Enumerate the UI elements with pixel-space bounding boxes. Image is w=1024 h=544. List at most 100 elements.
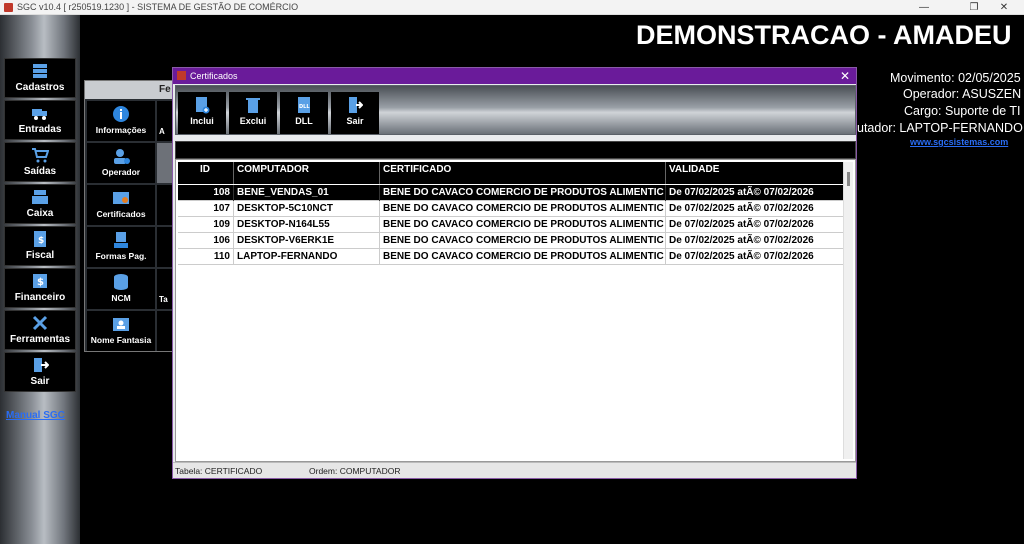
sidebar-item-ferramentas[interactable]: Ferramentas [4,310,76,350]
dialog-close-button[interactable]: ✕ [840,68,850,84]
table-row[interactable]: 107 DESKTOP-5C10NCT BENE DO CAVACO COMER… [178,201,845,217]
sidebar-item-label: Financeiro [14,292,66,303]
button-label: Inclui [190,116,214,126]
table-row[interactable]: 109 DESKTOP-N164L55 BENE DO CAVACO COMER… [178,217,845,233]
tile-side-label: Ta [159,295,168,304]
manual-link[interactable]: Manual SGC [6,410,65,421]
tile-ncm[interactable]: NCM [87,269,155,309]
scrollbar-thumb[interactable] [847,172,850,186]
sidebar-item-label: Caixa [26,208,54,219]
status-bar: Tabela: CERTIFICADO Ordem: COMPUTADOR [173,462,856,478]
tile-label: Formas Pag. [95,251,147,261]
tile-formas-pag[interactable]: Formas Pag. [87,227,155,267]
document-money-icon: $ [34,231,46,247]
operador-info: Operador: ASUSZEN [903,87,1022,101]
column-header-validade[interactable]: VALIDADE [666,162,845,184]
exclui-button[interactable]: Exclui [229,92,277,134]
certificate-icon [113,192,129,204]
cash-register-icon [32,190,48,204]
cell-certificado: BENE DO CAVACO COMERCIO DE PRODUTOS ALIM… [380,217,666,233]
exit-door-icon [34,358,49,372]
status-tabela: Tabela: CERTIFICADO [175,466,263,476]
sidebar: Cadastros Entradas Saídas Caixa $ Fiscal… [0,15,80,544]
id-card-icon [113,318,129,331]
site-link[interactable]: www.sgcsistemas.com [910,137,1008,147]
cell-certificado: BENE DO CAVACO COMERCIO DE PRODUTOS ALIM… [380,233,666,249]
sidebar-item-label: Entradas [18,124,62,135]
dll-file-icon: DLL [298,97,310,113]
database-icon [33,64,47,78]
cell-certificado: BENE DO CAVACO COMERCIO DE PRODUTOS ALIM… [380,201,666,217]
sidebar-item-financeiro[interactable]: $ Financeiro [4,268,76,308]
tile-label: Informações [95,125,147,135]
table-row[interactable]: 106 DESKTOP-V6ERK1E BENE DO CAVACO COMER… [178,233,845,249]
tile-informacoes[interactable]: Informações [87,101,155,141]
dll-button[interactable]: DLL DLL [280,92,328,134]
cell-validade: De 07/02/2025 atÃ© 07/02/2026 [669,187,814,198]
tools-panel-header: Fe [85,81,183,99]
cell-computador: LAPTOP-FERNANDO [234,249,380,265]
cell-computador: BENE_VENDAS_01 [234,185,380,201]
certificados-dialog: Certificados ✕ Inclui Exclui DLL DLL Sai… [172,67,857,479]
cell-id: 108 [178,185,234,201]
button-label: Sair [346,116,364,126]
user-add-icon [114,149,130,164]
tile-label: Operador [101,167,141,177]
close-button[interactable]: ✕ [984,0,1024,15]
tile-certificados[interactable]: Certificados [87,185,155,225]
cell-validade: De 07/02/2025 atÃ© 07/02/2026 [669,235,814,246]
dialog-titlebar: Certificados ✕ [173,68,856,84]
truck-icon [32,109,47,120]
cargo-info: Cargo: Suporte de TI [904,104,1021,118]
sidebar-item-cadastros[interactable]: Cadastros [4,58,76,98]
vertical-scrollbar[interactable] [843,162,853,459]
sidebar-item-caixa[interactable]: Caixa [4,184,76,224]
dialog-toolbar: Inclui Exclui DLL DLL Sair [175,85,856,135]
sidebar-item-label: Ferramentas [9,334,71,345]
tile-label: Certificados [96,209,146,219]
tile-side-label: A [159,127,165,136]
table-row[interactable]: 110 LAPTOP-FERNANDO BENE DO CAVACO COMER… [178,249,845,265]
table-row[interactable]: 108 BENE_VENDAS_01 BENE DO CAVACO COMERC… [178,185,845,201]
cell-certificado: BENE DO CAVACO COMERCIO DE PRODUTOS ALIM… [380,185,666,201]
search-input[interactable] [175,141,856,159]
computador-info: utador: LAPTOP-FERNANDO [857,121,1023,135]
sidebar-item-fiscal[interactable]: $ Fiscal [4,226,76,266]
cell-certificado: BENE DO CAVACO COMERCIO DE PRODUTOS ALIM… [380,249,666,265]
info-icon [113,106,129,122]
dialog-title: Certificados [190,71,238,81]
status-ordem: Ordem: COMPUTADOR [309,466,401,476]
sidebar-item-saidas[interactable]: Saídas [4,142,76,182]
window-titlebar: SGC v10.4 [ r250519.1230 ] - SISTEMA DE … [0,0,1024,15]
tools-icon [32,315,48,331]
cell-validade: De 07/02/2025 atÃ© 07/02/2026 [669,251,814,262]
column-header-id[interactable]: ID [178,162,234,184]
cell-computador: DESKTOP-V6ERK1E [234,233,380,249]
sidebar-item-entradas[interactable]: Entradas [4,100,76,140]
cell-computador: DESKTOP-5C10NCT [234,201,380,217]
column-header-computador[interactable]: COMPUTADOR [234,162,380,184]
tile-operador[interactable]: Operador [87,143,155,183]
column-header-certificado[interactable]: CERTIFICADO [380,162,666,184]
tile-label: Nome Fantasia [90,335,152,345]
inclui-button[interactable]: Inclui [178,92,226,134]
svg-text:$: $ [38,236,44,246]
app-icon [177,71,186,80]
table-header: ID COMPUTADOR CERTIFICADO VALIDADE [178,162,845,184]
certificados-table: ID COMPUTADOR CERTIFICADO VALIDADE 108 B… [175,159,856,462]
cell-id: 107 [178,201,234,217]
tile-nome-fantasia[interactable]: Nome Fantasia [87,311,155,351]
cell-validade: De 07/02/2025 atÃ© 07/02/2026 [669,203,814,214]
movimento-info: Movimento: 02/05/2025 [890,71,1021,85]
minimize-button[interactable]: — [904,0,944,15]
finance-icon: $ [33,274,47,288]
app-icon [4,3,13,12]
sidebar-item-label: Sair [30,376,50,387]
cell-id: 110 [178,249,234,265]
tile-label: NCM [111,293,131,303]
exit-door-icon [349,97,363,113]
database-icon [114,274,128,290]
sidebar-item-sair[interactable]: Sair [4,352,76,392]
cell-validade: De 07/02/2025 atÃ© 07/02/2026 [669,219,814,230]
sair-button[interactable]: Sair [331,92,379,134]
